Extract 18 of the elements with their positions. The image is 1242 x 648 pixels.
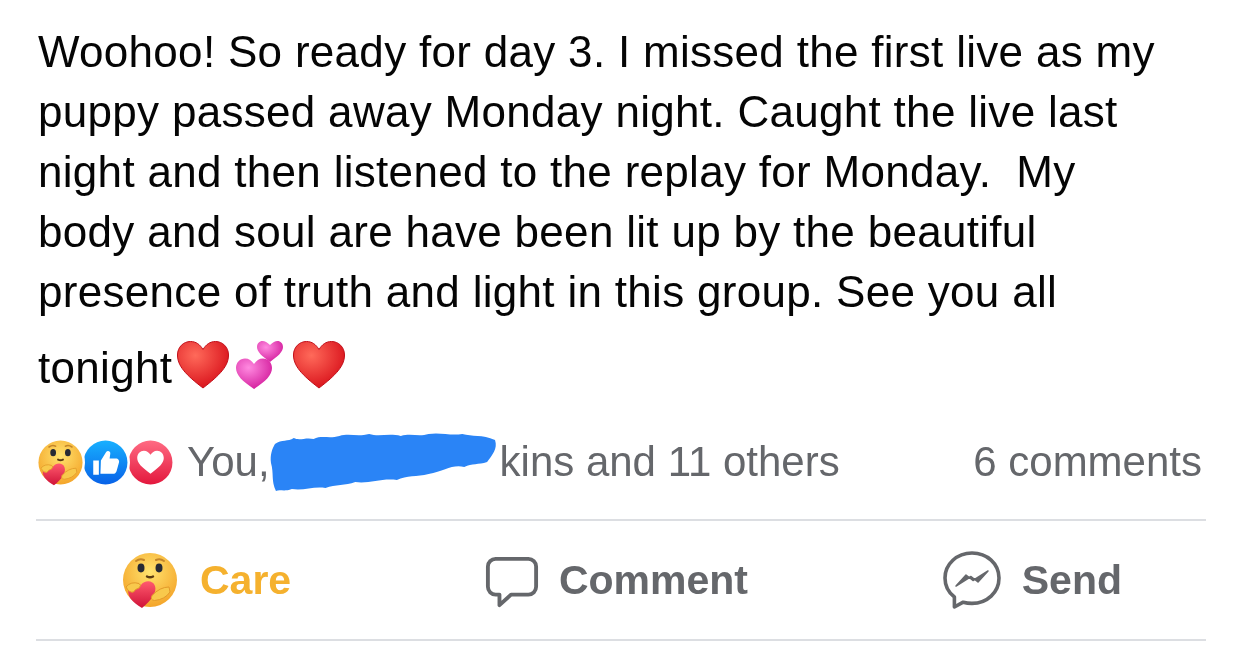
send-button[interactable]: Send — [941, 550, 1122, 610]
comment-button[interactable]: Comment — [484, 550, 748, 610]
post-text: night and then listened to the replay for Monday. My — [38, 147, 1076, 196]
heart-emoji-icon — [176, 340, 231, 390]
post-text: Woohoo! So ready for day 3. I missed the first live as my — [38, 27, 1155, 76]
post-text: tonight — [38, 343, 173, 392]
post-text: puppy passed away Monday night. Caught the live last — [38, 87, 1118, 136]
post-text: presence of truth and light in this group. See you all — [38, 267, 1058, 316]
hug-emoji-icon — [36, 437, 85, 487]
comment-count[interactable]: 6 comments — [973, 438, 1202, 486]
hug-emoji-icon — [120, 550, 180, 610]
reaction-names[interactable]: kins and 11 others — [499, 438, 840, 486]
lightning-bubble-icon — [941, 550, 1002, 610]
post-text: body and soul are have been lit up by the beautiful — [38, 207, 1037, 256]
thumbs-up-icon — [81, 437, 130, 487]
heart-emoji-icon — [292, 340, 347, 390]
speech-bubble-icon — [484, 556, 539, 610]
reaction-names[interactable]: You, — [187, 438, 270, 486]
